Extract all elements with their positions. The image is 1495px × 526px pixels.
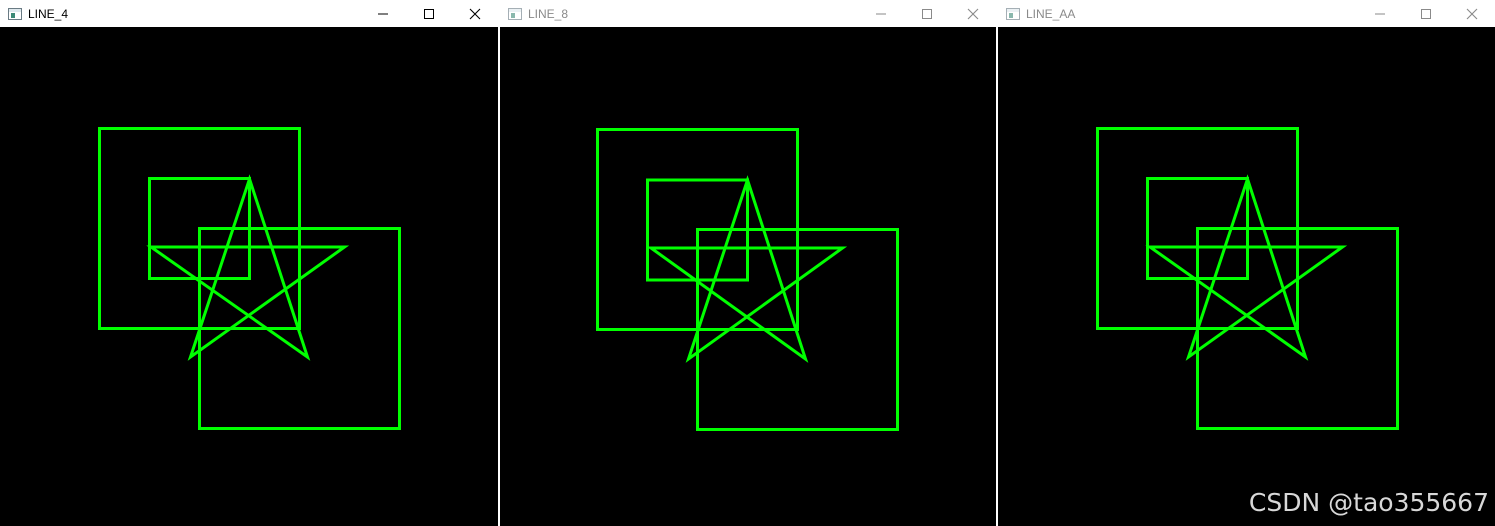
minimize-icon: [1375, 13, 1385, 14]
watermark: CSDN @tao355667: [1248, 488, 1489, 517]
maximize-button[interactable]: [1403, 0, 1449, 27]
title-bar[interactable]: LINE_4: [0, 0, 498, 27]
title-bar[interactable]: LINE_8: [500, 0, 996, 27]
window-line-aa[interactable]: LINE_AA: [998, 0, 1495, 526]
star: [146, 174, 350, 361]
window-title: LINE_8: [528, 6, 569, 21]
app-icon: [1006, 7, 1020, 20]
desktop: LINE_4 LINE_8 LINE_AA CSDN @tao355667: [0, 0, 1495, 526]
window-line-8[interactable]: LINE_8: [500, 0, 996, 526]
minimize-button[interactable]: [1357, 0, 1403, 27]
close-icon: [967, 8, 979, 19]
close-button[interactable]: [1449, 0, 1495, 27]
close-icon: [469, 8, 481, 19]
window-controls: [1357, 0, 1495, 27]
maximize-button[interactable]: [904, 0, 950, 27]
close-button[interactable]: [452, 0, 498, 27]
minimize-button[interactable]: [360, 0, 406, 27]
maximize-icon: [424, 8, 434, 19]
app-icon: [508, 7, 522, 20]
maximize-button[interactable]: [406, 0, 452, 27]
window-line-4[interactable]: LINE_4: [0, 0, 498, 526]
minimize-icon: [378, 13, 388, 14]
window-controls: [858, 0, 996, 27]
window-title: LINE_AA: [1026, 6, 1076, 21]
drawing-canvas[interactable]: [500, 27, 996, 526]
drawing-canvas[interactable]: [0, 27, 498, 526]
title-bar[interactable]: LINE_AA: [998, 0, 1495, 27]
app-icon: [8, 7, 22, 20]
window-title: LINE_4: [28, 6, 69, 21]
drawing: [98, 127, 401, 430]
close-icon: [1466, 8, 1478, 19]
drawing-canvas[interactable]: [998, 27, 1495, 526]
minimize-button[interactable]: [858, 0, 904, 27]
drawing: [596, 128, 899, 431]
drawing: [1096, 127, 1399, 430]
minimize-icon: [876, 13, 886, 14]
close-button[interactable]: [950, 0, 996, 27]
maximize-icon: [1421, 8, 1431, 19]
window-controls: [360, 0, 498, 27]
maximize-icon: [922, 8, 932, 19]
